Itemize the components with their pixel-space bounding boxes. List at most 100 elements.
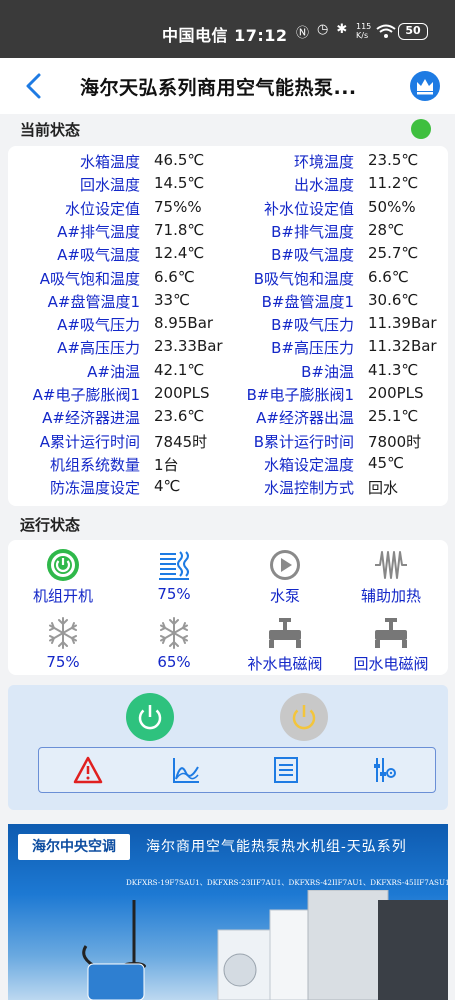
param-row: A#高压压力 23.33Bar B#高压压力 11.32Bar: [8, 337, 448, 360]
return-valve-status: 回水电磁阀: [341, 616, 441, 674]
param-label: B吸气饱和温度: [253, 269, 354, 288]
product-image: [82, 890, 448, 1000]
param-label: A吸气饱和温度: [39, 269, 140, 288]
heater-icon: [375, 551, 407, 579]
list-icon[interactable]: [271, 755, 301, 785]
param-label: A#电子膨胀阀1: [32, 386, 140, 404]
param-value: 7800时: [368, 432, 422, 451]
param-label: 水箱温度: [79, 153, 140, 171]
run-status-card: 机组开机 75% 水泵 辅助加热 75% 65% 补水电磁阀 回水电磁阀: [8, 540, 448, 675]
param-value: 25.7℃: [368, 244, 419, 263]
top-nav-bar: 海尔天弘系列商用空气能热泵...: [0, 58, 455, 114]
power-off-button[interactable]: [280, 693, 328, 741]
compressor-a-status: 75%: [13, 616, 113, 671]
back-arrow-icon[interactable]: [22, 72, 48, 100]
pump-play-icon: [270, 550, 300, 580]
nfc-icon: Ⓝ: [296, 26, 310, 41]
param-label: 水箱设定温度: [263, 455, 354, 474]
param-label: B#吸气温度: [271, 246, 354, 265]
param-label: A#高压压力: [57, 339, 140, 358]
param-value: 30.6℃: [368, 290, 419, 309]
alarm-icon[interactable]: [73, 755, 103, 785]
chart-icon[interactable]: [171, 755, 201, 785]
param-value: 41.3℃: [368, 360, 419, 379]
function-toolbar: [38, 747, 436, 793]
param-value: 回水: [368, 479, 399, 498]
power-icon: [138, 705, 162, 730]
makeup-valve-status: 补水电磁阀: [235, 616, 335, 674]
settings-sliders-icon[interactable]: [369, 755, 399, 785]
param-value: 23.5℃: [368, 151, 419, 169]
param-label: 机组系统数量: [49, 455, 140, 474]
run-status-heading: 运行状态: [20, 516, 81, 534]
battery-indicator: 50: [398, 23, 428, 40]
param-row: A#经济器进温 23.6℃ A#经济器出温 25.1℃: [8, 407, 448, 430]
bluetooth-icon: ✱: [336, 22, 348, 37]
param-label: B累计运行时间: [253, 432, 354, 451]
fan-coil-status: 75%: [124, 548, 224, 603]
param-row: 水位设定值 75%% 补水位设定值 50%%: [8, 198, 448, 221]
param-value: 71.8℃: [154, 220, 205, 239]
product-banner[interactable]: 海尔中央空调 海尔商用空气能热泵热水机组-天弘系列 DKFXRS-19F7SAU…: [8, 824, 448, 1000]
param-value: 75%%: [154, 197, 202, 216]
power-on-button[interactable]: [126, 693, 174, 741]
param-label: A#盘管温度1: [47, 292, 140, 311]
param-row: A#吸气温度 12.4℃ B#吸气温度 25.7℃: [8, 244, 448, 267]
param-row: A吸气饱和温度 6.6℃ B吸气饱和温度 6.6℃: [8, 268, 448, 291]
param-label: B#盘管温度1: [261, 292, 354, 311]
param-value: 200PLS: [368, 384, 424, 402]
param-label: A#吸气压力: [57, 316, 140, 335]
param-label: 出水温度: [293, 176, 354, 195]
current-status-heading: 当前状态: [20, 121, 81, 139]
param-value: 12.4℃: [154, 244, 205, 263]
param-value: 42.1℃: [154, 360, 205, 379]
param-value: 25.1℃: [368, 407, 419, 426]
param-row: 机组系统数量 1台 水箱设定温度 45℃: [8, 454, 448, 477]
aux-heater-status: 辅助加热: [341, 548, 441, 606]
param-value: 45℃: [368, 453, 404, 472]
param-label: 环境温度: [293, 153, 354, 171]
control-panel: [8, 685, 448, 810]
run-item-label: 75%: [46, 653, 80, 671]
carrier-time: 中国电信 17:12: [162, 26, 288, 45]
param-label: B#油温: [301, 362, 354, 381]
param-value: 4℃: [154, 477, 181, 496]
param-row: 回水温度 14.5℃ 出水温度 11.2℃: [8, 174, 448, 197]
param-label: A累计运行时间: [39, 432, 140, 451]
param-label: A#吸气温度: [57, 246, 140, 265]
run-item-label: 机组开机: [32, 587, 93, 605]
parameters-card: 水箱温度 46.5℃ 环境温度 23.5℃ 回水温度 14.5℃ 出水温度 11.2℃ 水位设定…: [8, 146, 448, 506]
vip-crown-button[interactable]: [410, 71, 440, 101]
snowflake-icon: [49, 617, 77, 649]
compressor-b-status: 65%: [124, 616, 224, 671]
param-label: A#经济器出温: [256, 409, 354, 428]
banner-title: 海尔商用空气能热泵热水机组-天弘系列: [146, 839, 407, 855]
param-value: 33℃: [154, 290, 190, 309]
param-row: 水箱温度 46.5℃ 环境温度 23.5℃: [8, 151, 448, 174]
param-value: 11.39Bar: [368, 314, 437, 333]
power-icon: [292, 705, 316, 730]
net-speed: 115 K/s: [356, 22, 372, 40]
param-label: A#经济器进温: [42, 409, 140, 428]
param-label: 水位设定值: [64, 199, 140, 218]
run-item-label: 75%: [157, 585, 191, 603]
param-value: 28℃: [368, 220, 404, 239]
run-item-label: 回水电磁阀: [353, 655, 429, 673]
param-label: 补水位设定值: [263, 199, 354, 218]
fan-coil-icon: [159, 551, 189, 580]
param-label: 防冻温度设定: [49, 479, 140, 498]
param-label: B#吸气压力: [271, 316, 354, 335]
param-row: A#盘管温度1 33℃ B#盘管温度1 30.6℃: [8, 291, 448, 314]
param-value: 1台: [154, 455, 179, 474]
param-value: 6.6℃: [368, 267, 409, 286]
param-row: A#电子膨胀阀1 200PLS B#电子膨胀阀1 200PLS: [8, 384, 448, 407]
param-label: 水温控制方式: [263, 479, 354, 498]
param-value: 46.5℃: [154, 151, 205, 169]
param-value: 8.95Bar: [154, 314, 214, 333]
param-label: 回水温度: [79, 176, 140, 195]
run-item-label: 65%: [157, 653, 191, 671]
param-label: B#高压压力: [271, 339, 354, 358]
param-row: A#油温 42.1℃ B#油温 41.3℃: [8, 361, 448, 384]
param-label: B#排气温度: [271, 222, 354, 241]
param-row: A#吸气压力 8.95Bar B#吸气压力 11.39Bar: [8, 314, 448, 337]
